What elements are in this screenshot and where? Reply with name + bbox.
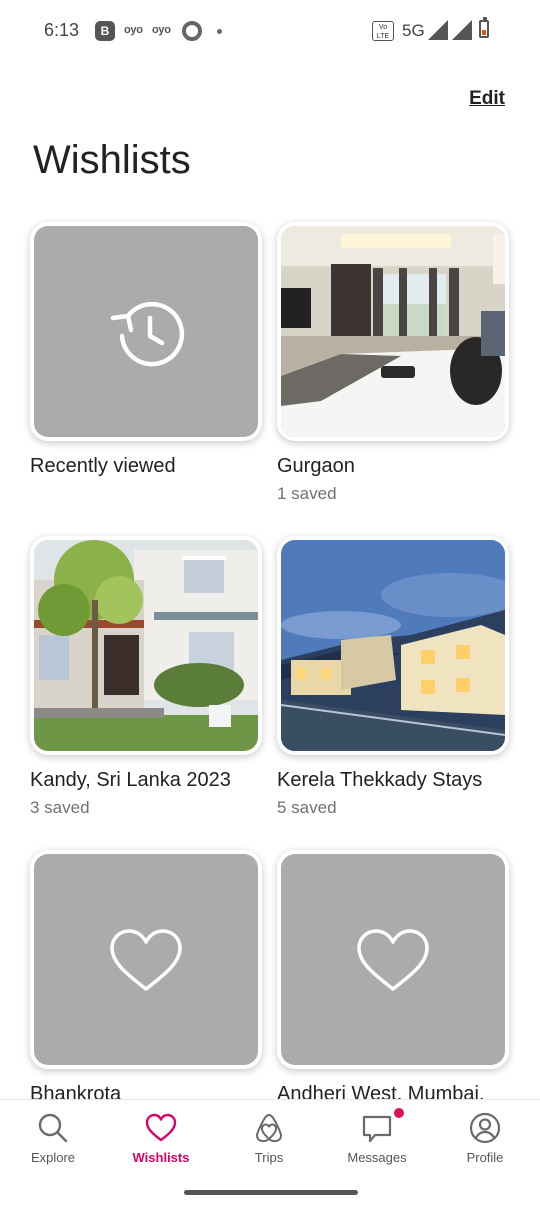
house-photo — [34, 540, 258, 751]
b-app-icon: B — [95, 21, 115, 41]
wishlist-card-kerela[interactable]: Kerela Thekkady Stays 5 saved — [277, 536, 509, 818]
edit-button[interactable]: Edit — [469, 88, 505, 110]
wishlist-title: Kandy, Sri Lanka 2023 — [30, 769, 231, 791]
heart-icon — [357, 928, 429, 991]
profile-icon — [469, 1112, 501, 1144]
status-time: 6:13 — [44, 20, 80, 40]
wishlist-thumbnail[interactable] — [30, 222, 262, 441]
wishlist-title: Gurgaon — [277, 455, 355, 477]
nav-explore[interactable]: Explore — [3, 1112, 103, 1165]
history-icon — [110, 301, 185, 366]
signal-icon-2 — [452, 20, 472, 40]
oyo-notification-icon: oyo — [124, 24, 143, 36]
status-bar: 6:13 B oyo oyo Vo LTE 5G — [0, 0, 540, 62]
wishlist-card-recently-viewed[interactable]: Recently viewed — [30, 222, 262, 478]
nav-wishlists[interactable]: Wishlists — [111, 1112, 211, 1165]
heart-icon — [110, 928, 182, 991]
wishlist-card-bhankrota[interactable]: Bhankrota — [30, 850, 262, 1106]
network-type-label: 5G — [402, 21, 425, 40]
nav-profile[interactable]: Profile — [435, 1112, 535, 1165]
wishlist-card-andheri-west[interactable]: Andheri West, Mumbai, — [277, 850, 509, 1106]
nav-trips[interactable]: Trips — [219, 1112, 319, 1165]
volte-icon: Vo LTE — [372, 21, 394, 41]
wishlist-saved-count: 1 saved — [277, 484, 337, 503]
ring-notification-icon — [182, 21, 202, 41]
oyo-notification-icon-2: oyo — [152, 24, 171, 36]
nav-messages[interactable]: Messages — [327, 1106, 427, 1165]
page-title: Wishlists — [33, 138, 191, 182]
signal-icon — [428, 20, 448, 40]
nav-label: Profile — [466, 1150, 504, 1165]
bedroom-photo — [281, 226, 505, 437]
battery-icon — [479, 17, 489, 38]
wishlist-card-kandy[interactable]: Kandy, Sri Lanka 2023 3 saved — [30, 536, 262, 818]
wishlist-thumbnail[interactable] — [277, 850, 509, 1069]
message-icon — [362, 1115, 392, 1143]
search-icon — [38, 1113, 68, 1143]
wishlist-card-gurgaon[interactable]: Gurgaon 1 saved — [277, 222, 509, 504]
wishlist-title: Recently viewed — [30, 455, 176, 477]
wishlist-title: Kerela Thekkady Stays — [277, 769, 483, 791]
wishlist-thumbnail[interactable] — [277, 222, 509, 441]
wishlist-saved-count: 3 saved — [30, 798, 90, 817]
nav-label: Explore — [30, 1150, 76, 1165]
heart-icon — [145, 1113, 177, 1142]
wishlist-thumbnail[interactable] — [30, 536, 262, 755]
more-notifications-dot-icon — [217, 29, 222, 34]
airbnb-logo-icon — [256, 1114, 282, 1143]
resort-photo — [281, 540, 505, 751]
home-indicator[interactable] — [184, 1190, 358, 1195]
nav-label: Wishlists — [132, 1150, 190, 1165]
wishlist-saved-count: 5 saved — [277, 798, 337, 817]
wishlist-thumbnail[interactable] — [277, 536, 509, 755]
nav-label: Trips — [254, 1150, 284, 1165]
unread-badge — [392, 1106, 406, 1120]
nav-label: Messages — [347, 1150, 407, 1165]
wishlist-thumbnail[interactable] — [30, 850, 262, 1069]
